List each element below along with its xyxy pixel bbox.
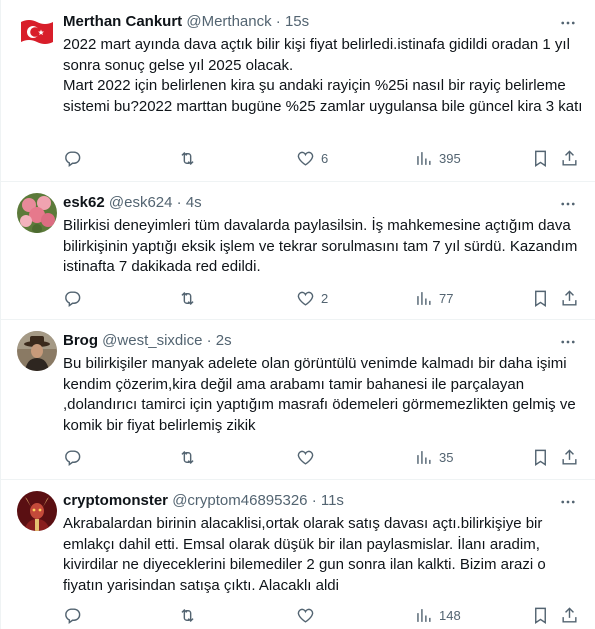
reply-button[interactable] [63,447,88,467]
separator: · [206,332,212,349]
tweet-text: Akrabalardan birinin alacaklisi,ortak ol… [63,515,550,594]
retweet-button[interactable] [178,605,203,625]
views-count: 395 [439,150,461,166]
display-name[interactable]: Brog [63,332,98,349]
handle[interactable]: @west_sixdice [102,332,202,349]
more-icon[interactable] [559,333,577,351]
like-button[interactable] [296,447,321,467]
tweet[interactable]: Brog @west_sixdice · 2s Bu bilirkişiler … [1,319,595,480]
like-button[interactable]: 2 [296,288,328,308]
bookmark-icon [535,449,546,466]
reply-icon [65,290,81,307]
retweet-button[interactable] [178,447,203,467]
views-icon [417,450,431,464]
separator: · [311,492,317,509]
views-button[interactable]: 395 [414,148,461,168]
display-name[interactable]: esk62 [63,194,105,211]
reply-button[interactable] [63,605,88,625]
more-icon[interactable] [559,14,577,32]
bookmark-icon [535,607,546,624]
share-button[interactable] [560,605,579,625]
views-icon [417,291,431,305]
tweet-header: Merthan Cankurt @Merthanck · 15s [63,12,309,32]
reply-button[interactable] [63,288,88,308]
retweet-icon [181,151,194,165]
like-icon [297,151,314,166]
retweet-button[interactable] [178,148,203,168]
timestamp[interactable]: 4s [186,194,202,211]
bookmark-button[interactable] [531,605,550,625]
share-button[interactable] [560,447,579,467]
timestamp[interactable]: 15s [285,13,309,30]
action-bar: 148 [63,605,581,625]
tweet-header: esk62 @esk624 · 4s [63,193,202,213]
like-button[interactable]: 6 [296,148,328,168]
tweet-text: Bu bilirkişiler manyak adelete olan görü… [63,355,580,434]
like-count: 2 [321,290,329,306]
views-count: 77 [439,290,454,306]
action-bar: 35 [63,447,581,467]
tweet[interactable]: esk62 @esk624 · 4s Bilirkisi deneyimleri… [1,181,595,320]
handle[interactable]: @esk624 [109,194,173,211]
handle[interactable]: @cryptom46895326 [172,492,307,509]
bookmark-icon [535,290,546,307]
action-bar: 6 395 [63,148,581,168]
views-icon [417,151,431,165]
share-icon [562,448,577,465]
share-button[interactable] [560,148,579,168]
tweet-text: Bilirkisi deneyimleri tüm davalarda payl… [63,217,582,275]
more-icon[interactable] [559,195,577,213]
share-icon [562,289,577,306]
tweet[interactable]: cryptomonster @cryptom46895326 · 11s Akr… [1,479,595,629]
display-name[interactable]: Merthan Cankurt [63,13,182,30]
bookmark-button[interactable] [531,447,550,467]
avatar[interactable] [17,331,57,371]
reply-icon [65,449,81,466]
like-icon [297,608,314,623]
views-button[interactable]: 77 [414,288,453,308]
bookmark-icon [535,150,546,167]
retweet-icon [181,291,194,305]
reply-icon [65,607,81,624]
share-icon [562,149,577,166]
tweet-header: Brog @west_sixdice · 2s [63,331,232,351]
share-button[interactable] [560,288,579,308]
views-button[interactable]: 35 [414,447,453,467]
avatar[interactable] [17,193,57,233]
timestamp[interactable]: 11s [321,492,344,509]
like-icon [297,450,314,465]
separator: · [275,13,281,30]
tweet-text: 2022 mart ayında dava açtık bilir kişi f… [63,36,583,115]
action-bar: 2 77 [63,288,581,308]
share-icon [562,606,577,623]
tweet-header: cryptomonster @cryptom46895326 · 11s [63,491,344,511]
handle[interactable]: @Merthanck [186,13,271,30]
retweet-button[interactable] [178,288,203,308]
display-name[interactable]: cryptomonster [63,492,168,509]
reply-button[interactable] [63,148,88,168]
avatar[interactable] [17,491,57,531]
views-button[interactable]: 148 [414,605,461,625]
tweet-feed: Merthan Cankurt @Merthanck · 15s 2022 ma… [0,0,595,629]
timestamp[interactable]: 2s [216,332,232,349]
more-icon[interactable] [559,493,577,511]
reply-icon [65,150,81,167]
tweet[interactable]: Merthan Cankurt @Merthanck · 15s 2022 ma… [1,0,595,182]
separator: · [176,194,182,211]
bookmark-button[interactable] [531,288,550,308]
like-icon [297,291,314,306]
views-icon [417,608,431,622]
like-count: 6 [321,150,329,166]
avatar[interactable] [17,12,57,52]
bookmark-button[interactable] [531,148,550,168]
retweet-icon [181,450,194,464]
like-button[interactable] [296,605,321,625]
views-count: 148 [439,607,461,623]
views-count: 35 [439,449,454,465]
retweet-icon [181,608,194,622]
